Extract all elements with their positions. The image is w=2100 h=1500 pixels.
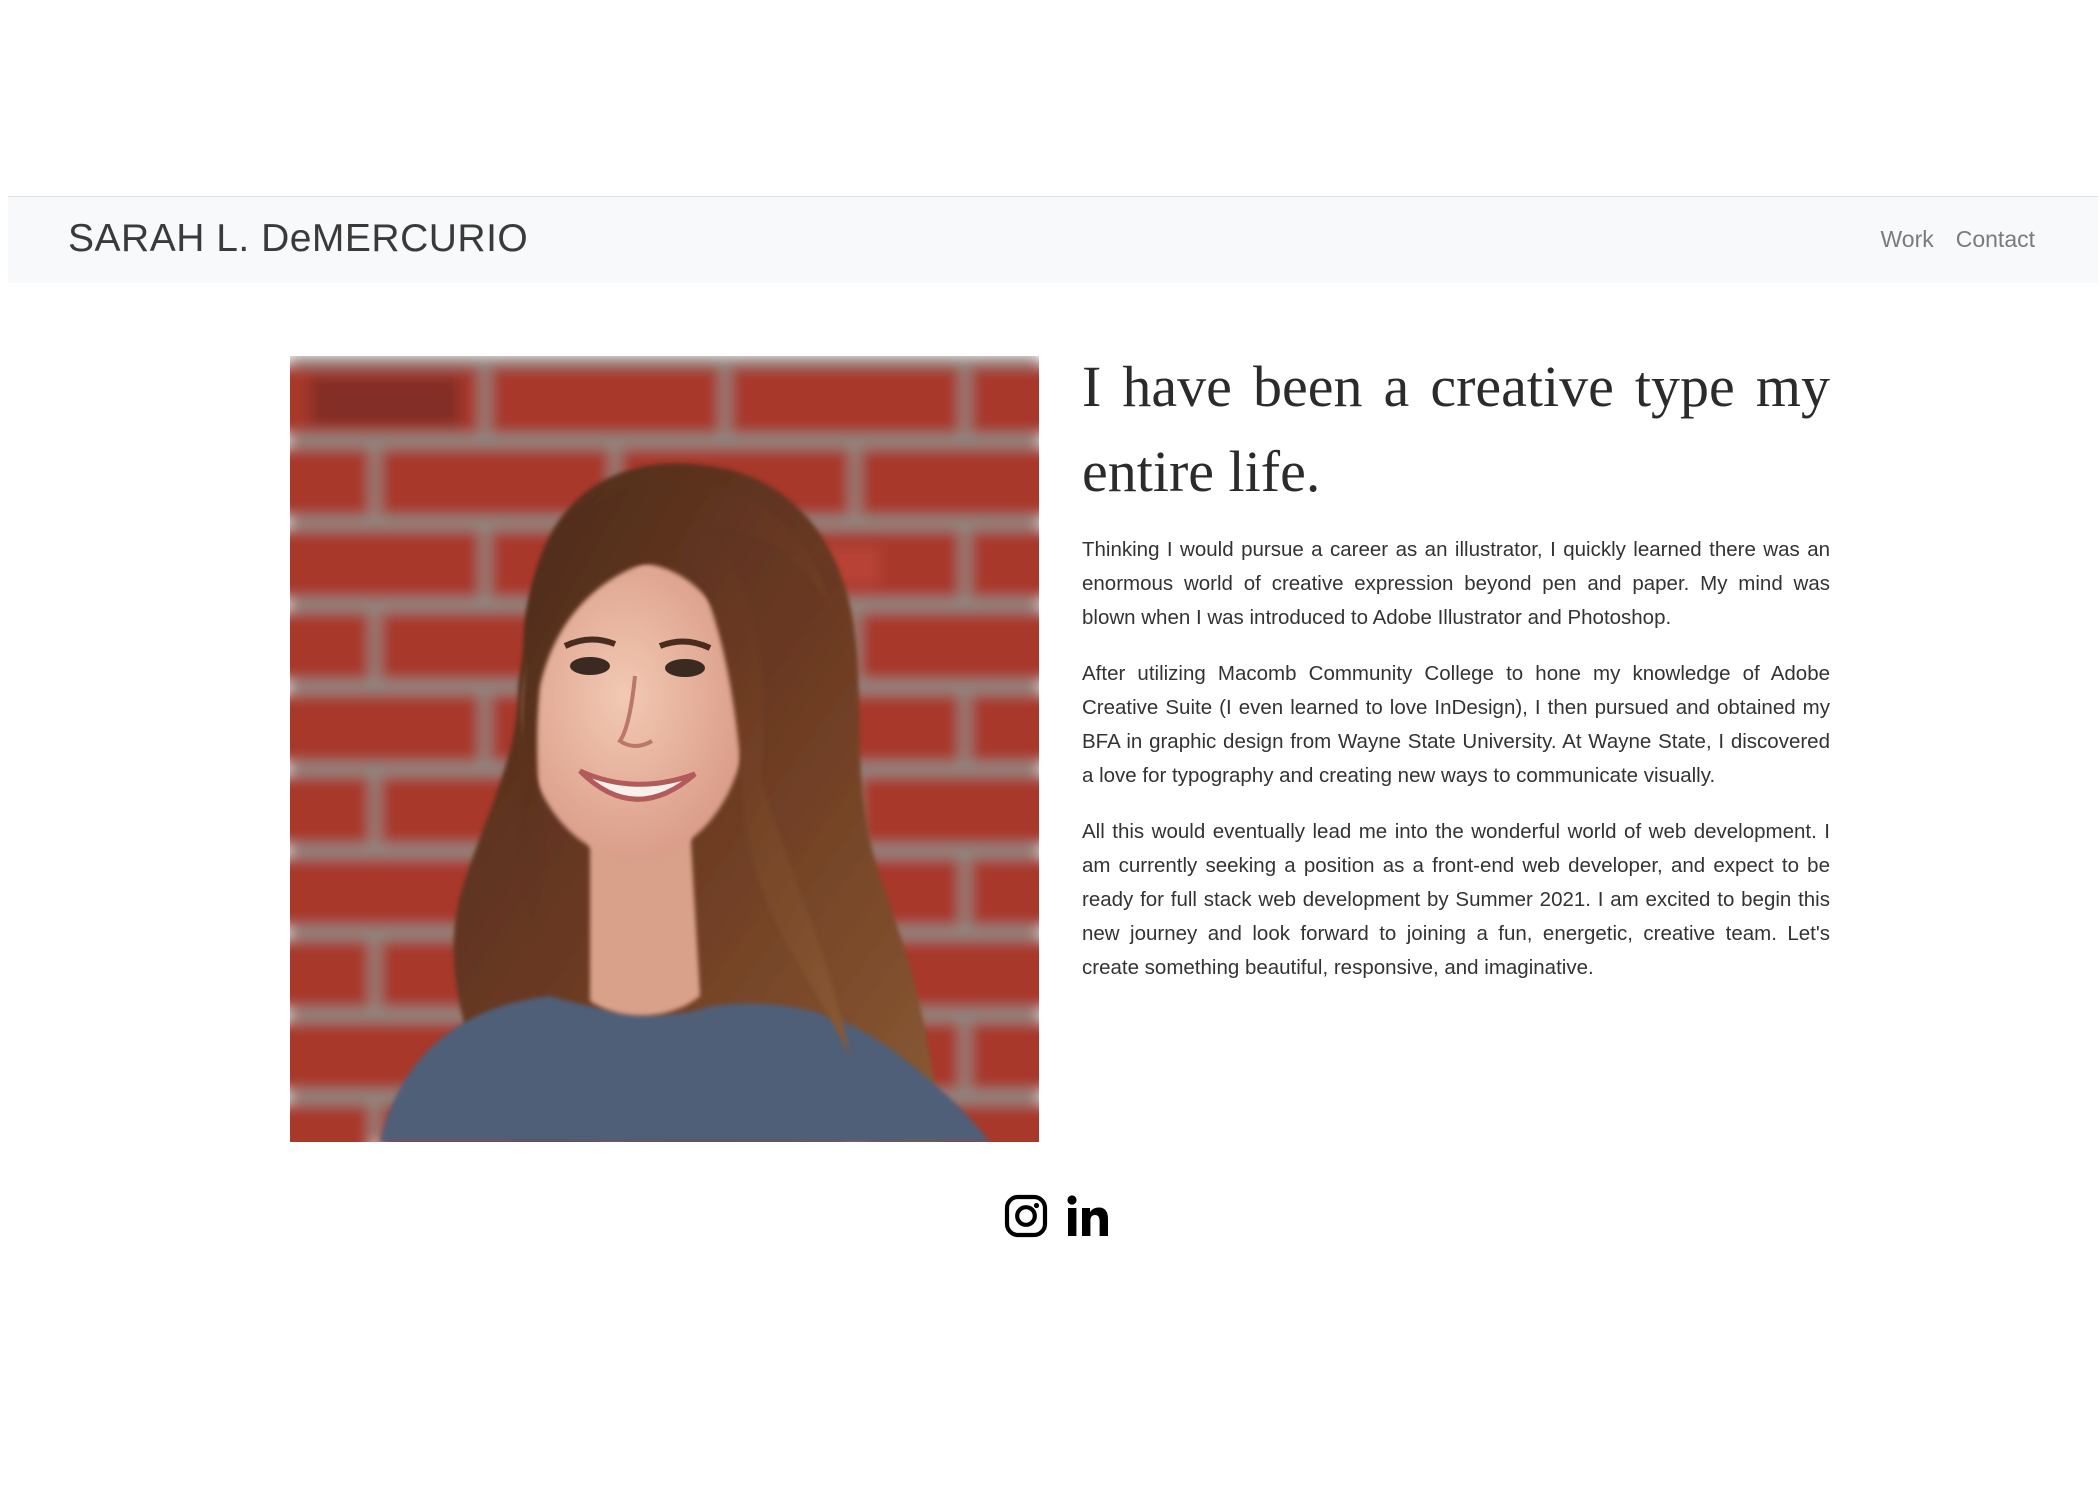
social-links [1004, 1194, 1110, 1243]
bio-section: Thinking I would pursue a career as an i… [1082, 533, 1830, 1007]
profile-photo [290, 356, 1039, 1142]
nav-link-work[interactable]: Work [1880, 226, 1933, 253]
bio-paragraph: After utilizing Macomb Community College… [1082, 662, 1830, 787]
navbar: SARAH L. DeMERCURIO Work Contact [8, 196, 2098, 283]
brand-logo[interactable]: SARAH L. DeMERCURIO [68, 217, 528, 261]
nav-links: Work Contact [1880, 226, 2035, 253]
instagram-link[interactable] [1004, 1194, 1048, 1243]
about-headline: I have been a creative type my entire li… [1082, 354, 1830, 504]
linkedin-link[interactable] [1066, 1194, 1110, 1243]
nav-link-contact[interactable]: Contact [1956, 226, 2035, 253]
linkedin-icon [1067, 1195, 1108, 1236]
bio-paragraph: All this would eventually lead me into t… [1082, 820, 1830, 979]
bio-paragraph: Thinking I would pursue a career as an i… [1082, 538, 1830, 629]
instagram-icon [1004, 1194, 1048, 1238]
